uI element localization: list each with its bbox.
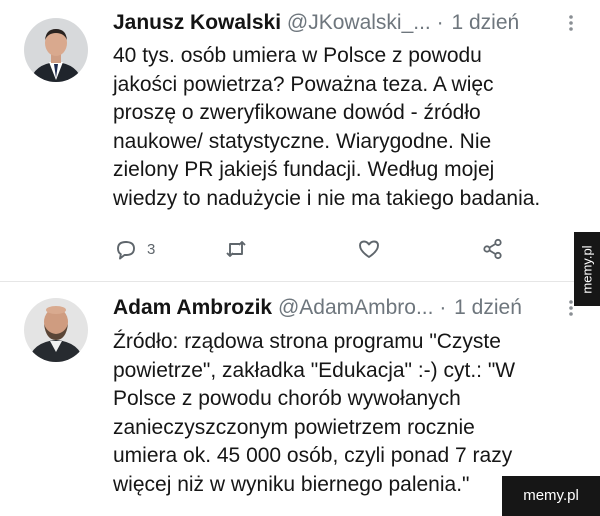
reply-icon [113, 236, 139, 262]
tweet-header: Adam Ambrozik @AdamAmbro... · 1 dzień [113, 293, 590, 323]
side-watermark-text: memy.pl [579, 244, 595, 294]
avatar[interactable] [24, 298, 88, 362]
retweet-button[interactable] [223, 232, 249, 266]
tweet-timestamp[interactable]: 1 dzień [454, 296, 522, 319]
tweet-janusz-kowalski[interactable]: Janusz Kowalski @JKowalski_... · 1 dzień… [0, 0, 600, 282]
author-handle[interactable]: @AdamAmbro... [278, 296, 434, 319]
like-button[interactable] [356, 232, 382, 266]
bottom-watermark: memy.pl [502, 476, 600, 516]
author-handle[interactable]: @JKowalski_... [287, 11, 431, 34]
author-name[interactable]: Adam Ambrozik [113, 296, 272, 319]
avatar[interactable] [24, 18, 88, 82]
side-watermark: memy.pl [574, 232, 600, 306]
tweet-actions: 3 [113, 232, 513, 266]
tweet-text: 40 tys. osób umiera w Polsce z powodu ja… [113, 44, 541, 210]
retweet-icon [223, 236, 249, 262]
more-icon[interactable] [560, 8, 582, 38]
like-icon [356, 236, 382, 262]
tweet-timestamp[interactable]: 1 dzień [451, 11, 519, 34]
separator-dot: · [436, 11, 444, 34]
share-button[interactable] [480, 232, 506, 266]
separator-dot: · [439, 296, 447, 319]
tweet-text: Źródło: rządowa strona programu "Czyste … [113, 330, 516, 496]
reply-count: 3 [147, 240, 156, 258]
share-icon [480, 236, 506, 262]
tweet-header: Janusz Kowalski @JKowalski_... · 1 dzień [113, 8, 590, 38]
author-name[interactable]: Janusz Kowalski [113, 11, 281, 34]
reply-button[interactable]: 3 [113, 232, 155, 266]
